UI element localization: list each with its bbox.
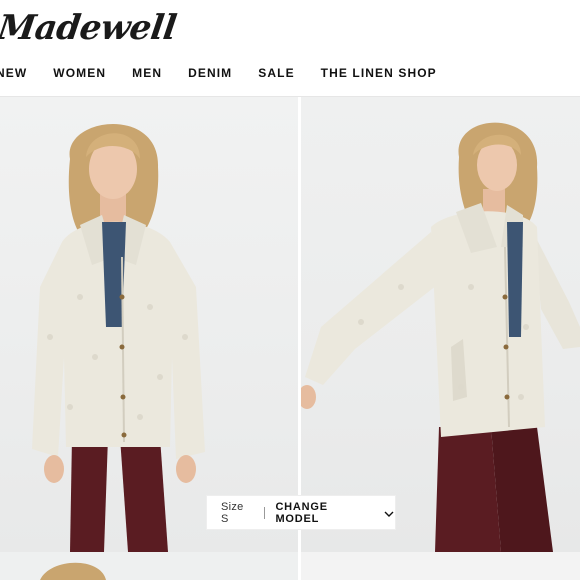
next-row-images xyxy=(0,552,580,580)
madewell-logo[interactable]: Madewell xyxy=(0,8,179,48)
product-image-detail[interactable] xyxy=(0,552,298,580)
divider xyxy=(264,506,266,519)
model-selector-bar: Size S CHANGE MODEL xyxy=(207,496,395,529)
product-image-side[interactable] xyxy=(301,97,580,552)
main-nav: NEW WOMEN MEN DENIM SALE THE LINEN SHOP xyxy=(0,66,463,82)
nav-item-denim[interactable]: DENIM xyxy=(188,66,232,82)
nav-item-sale[interactable]: SALE xyxy=(258,66,294,82)
product-image-back[interactable] xyxy=(301,552,580,580)
change-model-button[interactable]: CHANGE MODEL xyxy=(275,501,375,525)
nav-item-new[interactable]: NEW xyxy=(0,66,27,82)
nav-item-linen-shop[interactable]: THE LINEN SHOP xyxy=(321,66,437,82)
product-gallery xyxy=(0,97,580,552)
product-image-front[interactable] xyxy=(0,97,298,552)
model-side-illustration xyxy=(301,122,580,552)
nav-item-men[interactable]: MEN xyxy=(132,66,162,82)
chevron-down-icon[interactable] xyxy=(383,507,395,519)
model-size-label: Size S xyxy=(221,500,244,525)
hair-peek-illustration xyxy=(40,562,106,580)
model-front-illustration xyxy=(32,123,205,552)
site-header: Madewell NEW WOMEN MEN DENIM SALE THE LI… xyxy=(0,0,580,97)
nav-item-women[interactable]: WOMEN xyxy=(53,66,106,82)
